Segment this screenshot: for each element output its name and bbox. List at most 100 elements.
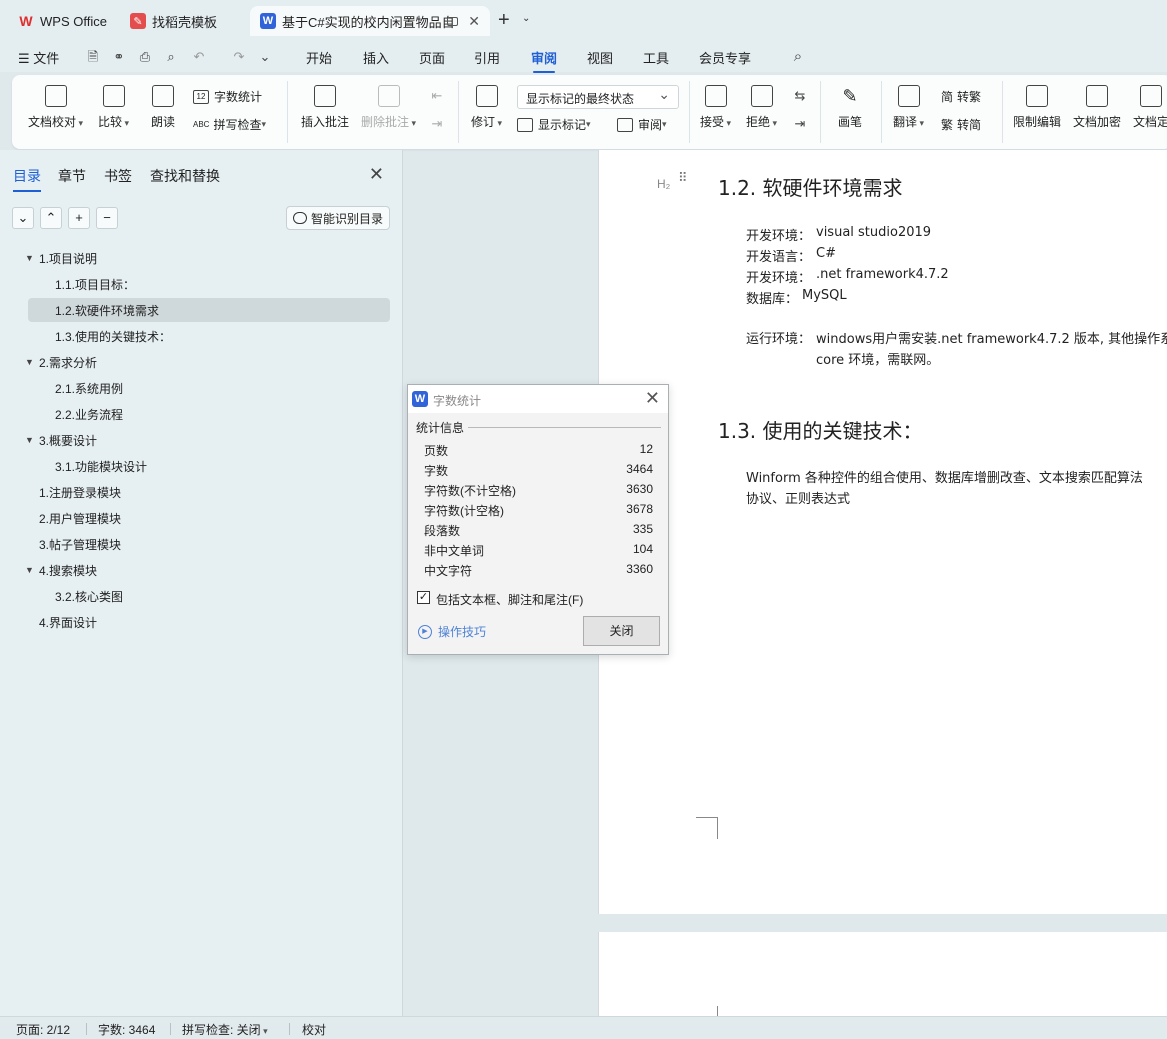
file-menu[interactable]: ☰ 文件: [18, 48, 59, 67]
expand-down-button[interactable]: ⌄: [12, 207, 34, 229]
finalize-button[interactable]: 文档定: [1133, 85, 1167, 130]
expand-arrow-icon[interactable]: ▼: [25, 253, 34, 263]
close-dialog-icon[interactable]: ✕: [645, 388, 660, 409]
dialog-titlebar[interactable]: W 字数统计 ✕: [408, 385, 668, 413]
prev-comment-icon[interactable]: ⇤: [430, 89, 444, 103]
remove-heading-button[interactable]: −: [96, 207, 118, 229]
to-simplified-button[interactable]: 繁转简: [941, 116, 981, 133]
toc-item[interactable]: 2.用户管理模块: [39, 506, 121, 530]
new-tab-icon[interactable]: +: [498, 10, 510, 30]
run-env-line2[interactable]: core 环境，需联网。: [816, 349, 939, 368]
search-icon[interactable]: ⌕: [791, 49, 805, 64]
smart-toc-button[interactable]: 智能识别目录: [286, 206, 390, 230]
show-markup-button[interactable]: 显示标记: [517, 116, 591, 133]
env-label[interactable]: 开发环境：: [746, 267, 811, 286]
close-pane-icon[interactable]: ✕: [369, 164, 384, 185]
include-textbox-checkbox[interactable]: ✓: [417, 591, 430, 604]
word-count-button[interactable]: 12 字数统计: [193, 88, 262, 105]
spell-check-status[interactable]: 拼写检查: 关闭: [182, 1021, 268, 1038]
expand-arrow-icon[interactable]: ▼: [25, 357, 34, 367]
undo-icon[interactable]: ↶: [192, 50, 206, 64]
translate-button[interactable]: 翻译: [893, 85, 924, 130]
toc-item[interactable]: 1.3.使用的关键技术：: [55, 324, 171, 348]
document-page[interactable]: [598, 150, 1167, 914]
next-comment-icon[interactable]: ⇥: [430, 117, 444, 131]
print-preview-icon[interactable]: ⌕: [164, 50, 178, 64]
tab-wps-office[interactable]: W WPS Office: [8, 6, 118, 36]
tab-toc[interactable]: 目录: [13, 166, 41, 192]
word-count-indicator[interactable]: 字数: 3464: [98, 1021, 155, 1038]
document-page-next[interactable]: [598, 932, 1167, 1022]
env-value[interactable]: visual studio2019: [816, 225, 931, 240]
env-value[interactable]: C#: [816, 246, 836, 261]
prev-change-icon[interactable]: ⇆: [793, 89, 807, 103]
expand-arrow-icon[interactable]: ▼: [25, 565, 34, 575]
heading-1-3[interactable]: 1.3. 使用的关键技术：: [718, 415, 923, 444]
pen-button[interactable]: ✎ 画笔: [838, 85, 862, 130]
run-env-line1[interactable]: windows用户需安装.net framework4.7.2 版本, 其他操作…: [816, 328, 1167, 347]
include-textbox-label[interactable]: 包括文本框、脚注和尾注(F): [436, 591, 583, 608]
delete-comment-button[interactable]: 删除批注: [361, 85, 416, 130]
tab-document[interactable]: W 基于C#实现的校内闲置物品自 ✕: [250, 6, 490, 36]
menu-page[interactable]: 页面: [419, 48, 445, 67]
review-pane-button[interactable]: 审阅: [617, 116, 667, 133]
tab-sections[interactable]: 章节: [58, 166, 86, 186]
add-heading-button[interactable]: +: [68, 207, 90, 229]
menu-view[interactable]: 视图: [587, 48, 613, 67]
link-icon[interactable]: ⚭: [112, 50, 126, 64]
drag-handle-icon[interactable]: ⠿: [678, 171, 687, 184]
toc-item[interactable]: 1.注册登录模块: [39, 480, 121, 504]
toc-item[interactable]: 1.1.项目目标：: [55, 272, 135, 296]
page-indicator[interactable]: 页面: 2/12: [16, 1021, 70, 1038]
toc-item[interactable]: 3.1.功能模块设计: [55, 454, 147, 478]
reject-button[interactable]: 拒绝: [746, 85, 777, 130]
next-change-icon[interactable]: ⇥: [793, 117, 807, 131]
read-aloud-button[interactable]: 朗读: [151, 85, 175, 130]
env-label[interactable]: 数据库：: [746, 288, 798, 307]
spell-check-button[interactable]: ABC 拼写检查: [193, 116, 266, 133]
toc-item[interactable]: 2.2.业务流程: [55, 402, 123, 426]
run-env-label[interactable]: 运行环境：: [746, 328, 811, 347]
insert-comment-button[interactable]: 插入批注: [301, 85, 349, 130]
toc-item[interactable]: ▼ 4.搜索模块: [25, 558, 97, 582]
tab-template[interactable]: ✎ 找稻壳模板: [120, 6, 245, 36]
print-icon[interactable]: ⎙: [138, 50, 152, 64]
menu-review[interactable]: 审阅: [531, 48, 557, 73]
menu-reference[interactable]: 引用: [474, 48, 500, 67]
tips-link[interactable]: ▶ 操作技巧: [418, 623, 486, 640]
toc-item[interactable]: ▼ 3.概要设计: [25, 428, 97, 452]
redo-icon[interactable]: ↷: [232, 50, 246, 64]
tech-line2[interactable]: 协议、正则表达式: [746, 488, 850, 507]
restrict-edit-button[interactable]: 限制编辑: [1013, 85, 1061, 130]
accept-button[interactable]: 接受: [700, 85, 731, 130]
toc-item[interactable]: ▼ 1.项目说明: [25, 246, 97, 270]
env-value[interactable]: .net framework4.7.2: [816, 267, 949, 282]
toc-item[interactable]: 1.2.软硬件环境需求: [55, 298, 159, 322]
env-label[interactable]: 开发环境：: [746, 225, 811, 244]
menu-insert[interactable]: 插入: [363, 48, 389, 67]
menu-member[interactable]: 会员专享: [699, 48, 751, 67]
revise-button[interactable]: 修订: [471, 85, 502, 130]
chevron-down-icon[interactable]: ⌄: [522, 13, 530, 24]
toc-item[interactable]: 2.1.系统用例: [55, 376, 123, 400]
close-tab-icon[interactable]: ✕: [468, 13, 480, 30]
toc-item[interactable]: 3.2.核心类图: [55, 584, 123, 608]
collapse-up-button[interactable]: ⌃: [40, 207, 62, 229]
menu-start[interactable]: 开始: [306, 48, 332, 67]
menu-tools[interactable]: 工具: [643, 48, 669, 67]
to-traditional-button[interactable]: 简转繁: [941, 88, 981, 105]
proofread-button[interactable]: 文档校对: [28, 85, 83, 130]
toc-item[interactable]: 3.帖子管理模块: [39, 532, 121, 556]
toc-item[interactable]: ▼ 2.需求分析: [25, 350, 97, 374]
proofread-status[interactable]: 校对: [302, 1021, 326, 1038]
encrypt-button[interactable]: 文档加密: [1073, 85, 1121, 130]
tab-bookmarks[interactable]: 书签: [104, 166, 132, 186]
toc-item[interactable]: 4.界面设计: [39, 610, 97, 634]
tech-line1[interactable]: Winform 各种控件的组合使用、数据库增删改查、文本搜索匹配算法: [746, 467, 1143, 486]
env-label[interactable]: 开发语言：: [746, 246, 811, 265]
heading-1-2[interactable]: 1.2. 软硬件环境需求: [718, 172, 903, 201]
env-value[interactable]: MySQL: [802, 288, 847, 303]
close-button[interactable]: 关闭: [583, 616, 660, 646]
tab-find-replace[interactable]: 查找和替换: [150, 166, 220, 186]
markup-state-select[interactable]: 显示标记的最终状态: [517, 85, 679, 109]
